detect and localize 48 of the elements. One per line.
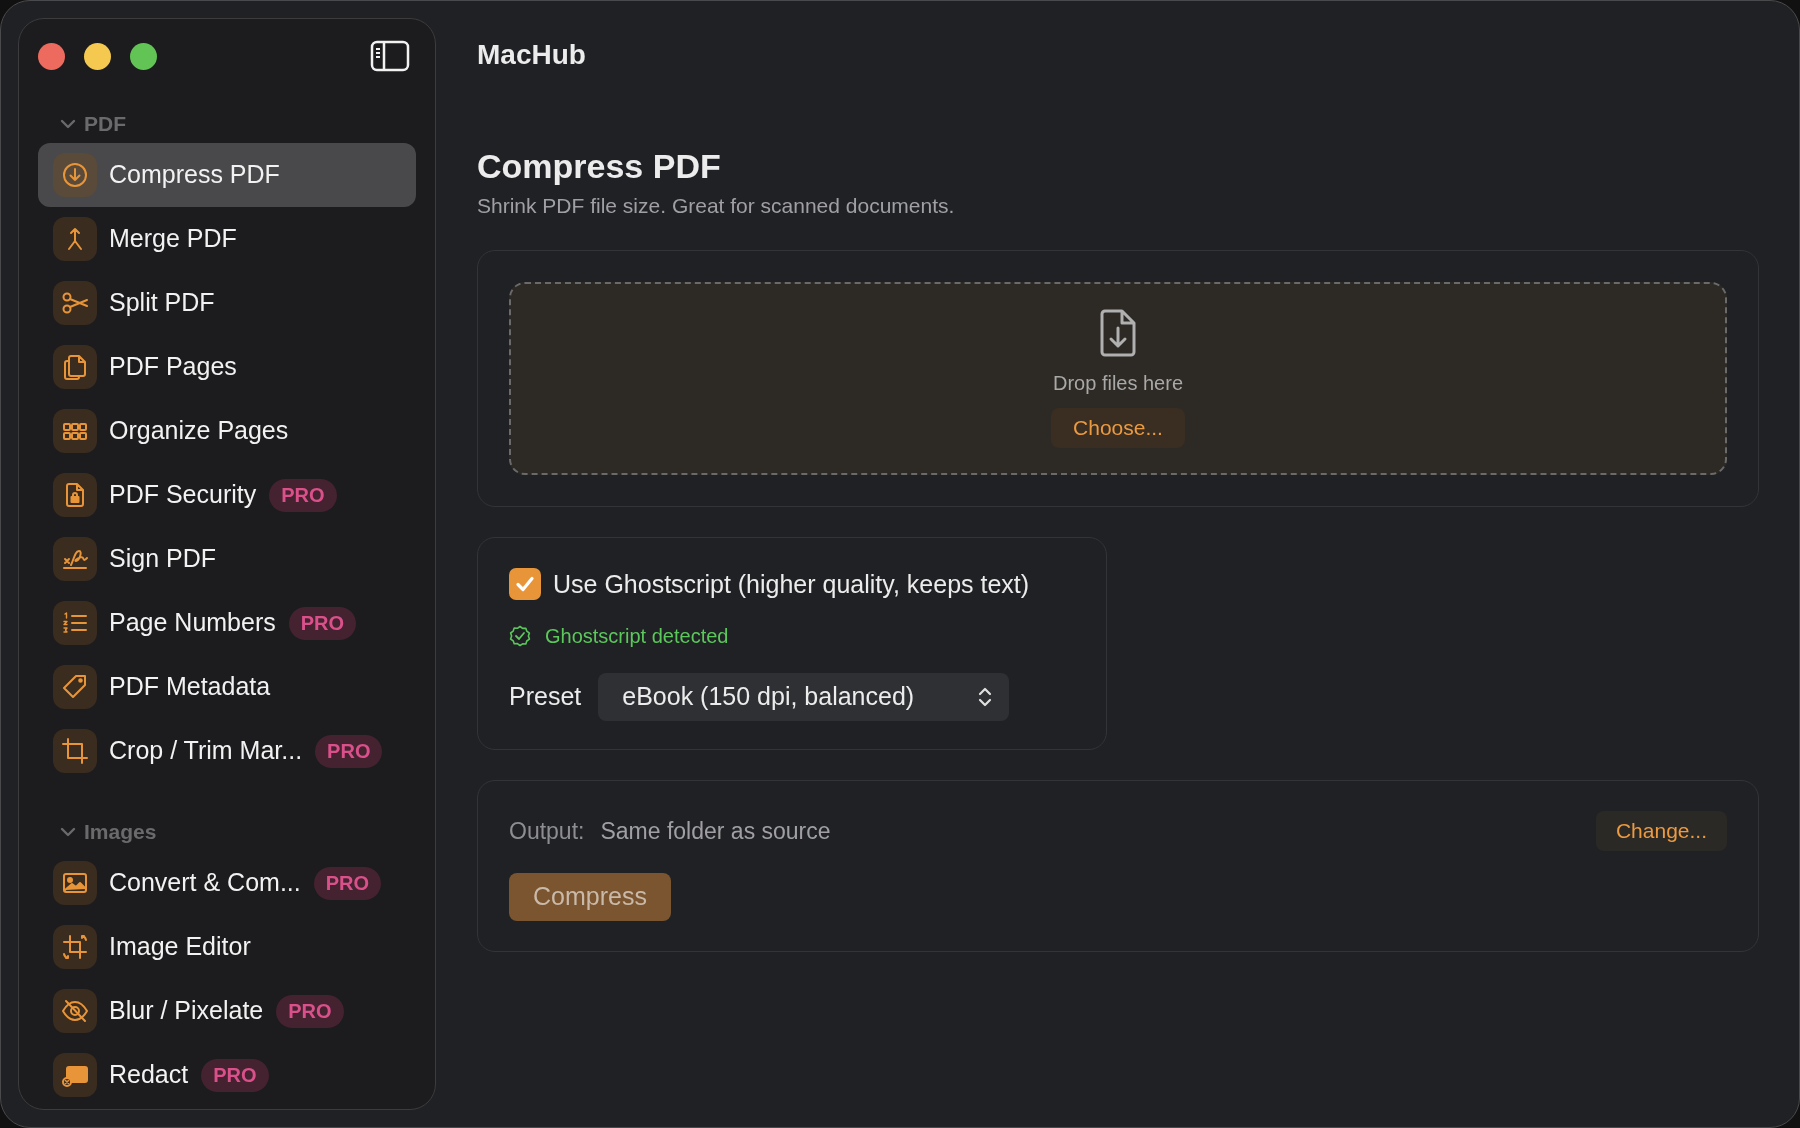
drop-label: Drop files here [1052,371,1184,396]
choose-button[interactable]: Choose... [1051,408,1185,448]
rotate-crop-icon [61,933,89,961]
minimize-button[interactable] [84,42,111,70]
zoom-button[interactable] [130,42,157,70]
pro-badge: PRO [269,478,337,512]
pro-badge: PRO [276,994,344,1028]
crop-icon [61,737,89,765]
preset-label: Preset [509,681,582,713]
pages-icon [61,353,89,381]
drop-area[interactable]: Drop files here Choose... [509,281,1727,475]
pro-badge: PRO [313,866,382,900]
sidebar-item[interactable]: Redact PRO [38,1043,416,1107]
sidebar-item[interactable]: Convert & Com... PRO [38,851,416,915]
sidebar-item[interactable]: Image Editor [38,915,416,979]
sidebar-item[interactable]: Crop / Trim Mar... PRO [38,719,416,783]
chevron-up-down-icon [977,685,994,709]
chevron-icon [60,118,76,130]
eye-slash-icon [61,997,89,1025]
sidebar-item[interactable]: PDF Metadata [38,655,416,719]
pro-badge: PRO [288,606,357,640]
sidebar-item[interactable]: Organize Pages [38,399,416,463]
pro-badge: PRO [201,1058,269,1092]
download-circle-icon [61,161,89,189]
change-button[interactable]: Change... [1595,811,1727,851]
preset-dropdown[interactable]: eBook (150 dpi, balanced) [598,673,1010,721]
output-label: Output: [509,816,585,846]
sidebar-item[interactable]: PDF Security PRO [38,463,416,527]
close-button[interactable] [38,42,65,70]
checkbox[interactable] [509,568,541,601]
sidebar-item[interactable]: Sign PDF [38,527,416,591]
sidebar-item[interactable]: Page Numbers PRO [38,591,416,655]
window-title: MacHub [477,38,587,72]
chevron-icon [60,826,76,838]
sidebar-item[interactable]: Split PDF [38,271,416,335]
page-subtitle: Shrink PDF file size. Great for scanned documents. [477,193,956,219]
verified-icon [509,625,531,647]
pro-badge: PRO [315,734,383,768]
sidebar-item[interactable]: Compress PDF [38,143,416,207]
sidebar-item[interactable]: PDF Pages [38,335,416,399]
checkbox-label: Use Ghostscript (higher quality, keeps text) [553,568,1030,600]
sidebar-item[interactable]: Merge PDF [38,207,416,271]
output-value: Same folder as source [600,816,831,846]
status-text: Ghostscript detected [545,624,729,649]
sidebar-item[interactable]: Blur / Pixelate PRO [38,979,416,1043]
sidebar-toggle-icon[interactable] [370,40,410,72]
page-title: Compress PDF [477,146,722,186]
tag-icon [61,673,89,701]
